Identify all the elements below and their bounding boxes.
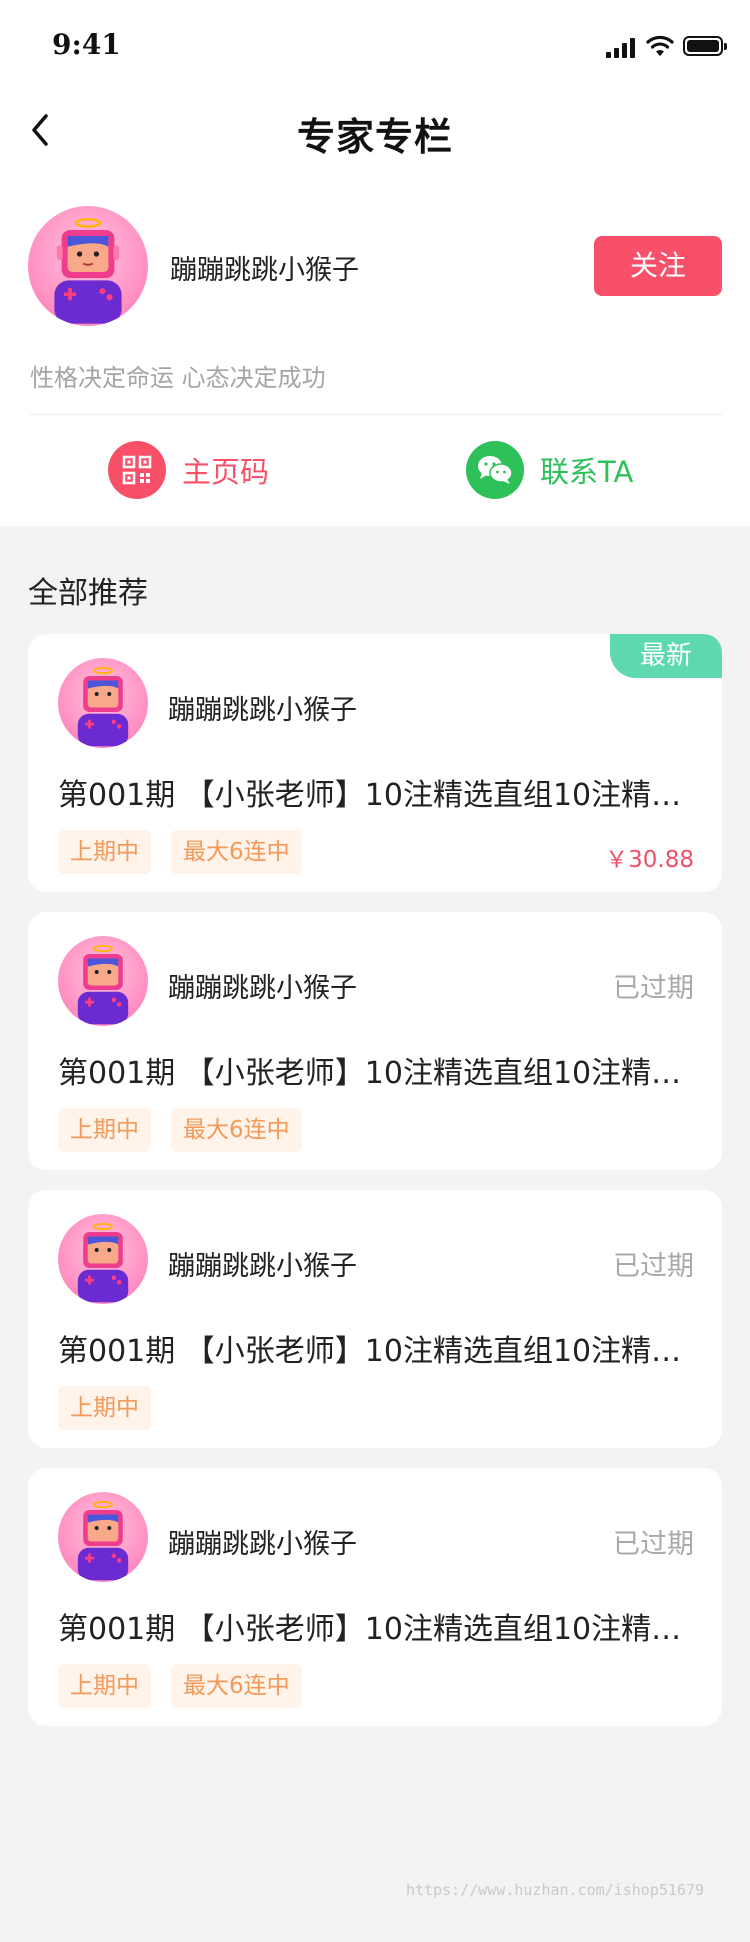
homepage-code-button[interactable]: 主页码	[108, 440, 269, 500]
expired-status: 已过期	[613, 1529, 694, 1560]
qr-code-icon	[108, 441, 166, 499]
page-title: 专家专栏	[296, 115, 453, 159]
robot-avatar-icon	[77, 1501, 129, 1581]
contact-label: 联系TA	[540, 455, 634, 489]
tag: 上期中	[58, 1664, 151, 1708]
card-title: 第001期 【小张老师】10注精选直组10注精选直组10注精选直组	[58, 778, 698, 813]
cellular-signal-icon	[606, 38, 638, 58]
card-author: 蹦蹦跳跳小猴子	[168, 973, 357, 1004]
card-author: 蹦蹦跳跳小猴子	[168, 1529, 357, 1560]
card-title: 第001期 【小张老师】10注精选直组10注精选直组10注精选直组	[58, 1334, 698, 1369]
card-title: 第001期 【小张老师】10注精选直组10注精选直组10注精选直组	[58, 1612, 698, 1647]
tag: 上期中	[58, 1386, 151, 1430]
profile-motto: 性格决定命运 心态决定成功	[30, 364, 326, 392]
contact-button[interactable]: 联系TA	[466, 440, 633, 500]
robot-avatar-icon	[77, 945, 129, 1025]
divider	[30, 414, 722, 415]
card-tags: 上期中 最大6连中	[58, 1664, 322, 1708]
card-title: 第001期 【小张老师】10注精选直组10注精选直组10注精选直组	[58, 1056, 698, 1091]
card-author: 蹦蹦跳跳小猴子	[168, 1251, 357, 1282]
battery-icon	[683, 36, 727, 56]
tag: 最大6连中	[171, 830, 302, 874]
card-price: ￥30.88	[605, 847, 694, 873]
status-time: 9:41	[52, 28, 121, 61]
wifi-icon	[646, 35, 674, 56]
card-avatar	[58, 936, 148, 1026]
follow-button[interactable]: 关注	[594, 236, 722, 296]
watermark-url: https://www.huzhan.com/ishop51679	[406, 1881, 705, 1899]
card-tags: 上期中	[58, 1386, 171, 1430]
tag: 最大6连中	[171, 1664, 302, 1708]
card-avatar	[58, 658, 148, 748]
recommend-card[interactable]: 蹦蹦跳跳小猴子 已过期 第001期 【小张老师】10注精选直组10注精选直组10…	[28, 912, 722, 1170]
recommend-card[interactable]: 蹦蹦跳跳小猴子 最新 第001期 【小张老师】10注精选直组10注精选直组10注…	[28, 634, 722, 892]
wechat-icon	[466, 441, 524, 499]
robot-avatar-icon	[77, 667, 129, 747]
tag: 上期中	[58, 1108, 151, 1152]
robot-avatar-icon	[77, 1223, 129, 1303]
card-avatar	[58, 1214, 148, 1304]
tag: 上期中	[58, 830, 151, 874]
profile-avatar[interactable]	[28, 206, 148, 326]
homepage-code-label: 主页码	[182, 455, 270, 489]
expired-status: 已过期	[613, 973, 694, 1004]
robot-avatar-icon	[54, 218, 122, 324]
recommend-card[interactable]: 蹦蹦跳跳小猴子 已过期 第001期 【小张老师】10注精选直组10注精选直组10…	[28, 1190, 722, 1448]
card-author: 蹦蹦跳跳小猴子	[168, 695, 357, 726]
profile-name: 蹦蹦跳跳小猴子	[170, 255, 359, 286]
card-avatar	[58, 1492, 148, 1582]
recommend-card[interactable]: 蹦蹦跳跳小猴子 已过期 第001期 【小张老师】10注精选直组10注精选直组10…	[28, 1468, 722, 1726]
card-tags: 上期中 最大6连中	[58, 830, 322, 874]
tag: 最大6连中	[171, 1108, 302, 1152]
card-tags: 上期中 最大6连中	[58, 1108, 322, 1152]
status-bar: 9:41	[0, 0, 750, 90]
new-badge: 最新	[610, 634, 722, 678]
expired-status: 已过期	[613, 1251, 694, 1282]
section-title: 全部推荐	[28, 576, 148, 611]
